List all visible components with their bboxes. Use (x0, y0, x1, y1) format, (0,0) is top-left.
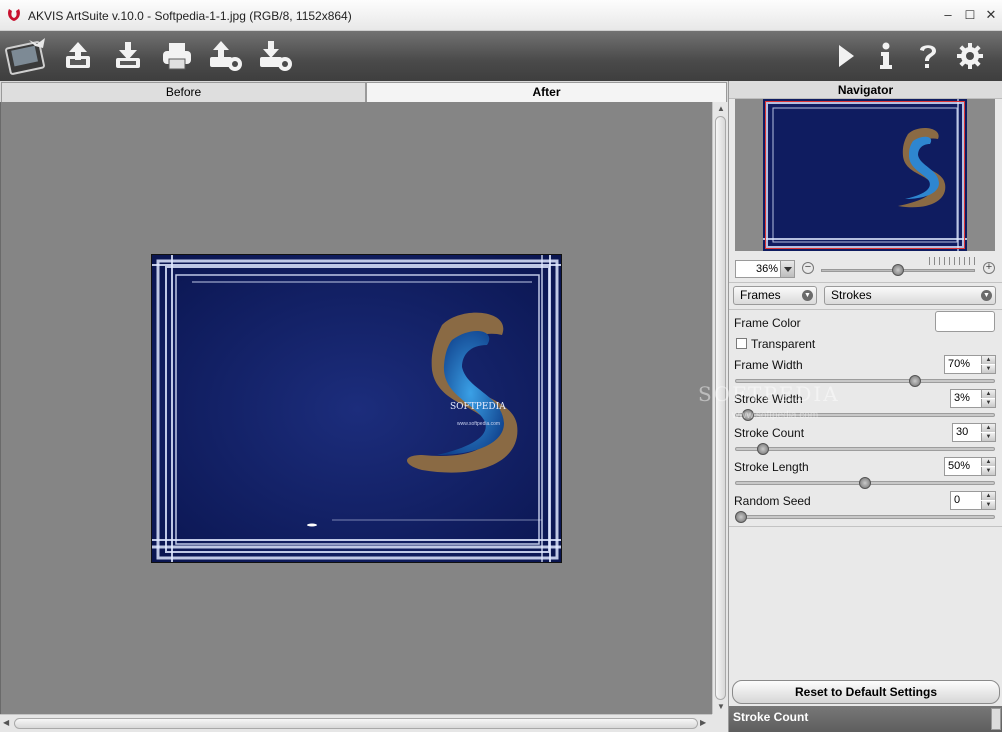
scroll-down-icon[interactable]: ▼ (717, 702, 725, 711)
hint-scrollbar[interactable] (991, 708, 1001, 730)
image-canvas[interactable]: SOFTPEDIA www.softpedia.com (0, 102, 712, 714)
zoom-in-icon[interactable]: + (983, 262, 995, 274)
tab-after[interactable]: After (366, 82, 727, 102)
settings-gear-icon[interactable] (950, 36, 990, 76)
softpedia-watermark: SOFTPEDIA (698, 382, 840, 406)
stroke-count-slider-knob[interactable] (757, 443, 770, 455)
spin-down-icon[interactable]: ▼ (981, 433, 995, 441)
stroke-width-value: 3% (954, 392, 970, 404)
zoom-out-icon[interactable]: − (802, 262, 814, 274)
stroke-count-input[interactable]: 30 ▲ ▼ (952, 423, 996, 442)
navigator-viewport-frame[interactable] (765, 101, 965, 249)
random-seed-label: Random Seed (734, 494, 811, 508)
stroke-length-slider-knob[interactable] (859, 477, 871, 489)
scroll-corner (712, 714, 728, 732)
print-icon[interactable] (157, 36, 197, 76)
spin-down-icon[interactable]: ▼ (981, 467, 995, 475)
spin-up-icon[interactable]: ▲ (981, 356, 995, 364)
effect-category-value: Frames (740, 288, 781, 302)
softpedia-watermark-url: www.softpedia.com (732, 410, 819, 421)
artwork-brand: SOFTPEDIA (450, 402, 506, 412)
stroke-count-value: 30 (956, 426, 969, 438)
info-icon[interactable] (866, 36, 906, 76)
spin-down-icon[interactable]: ▼ (981, 365, 995, 373)
stroke-count-label: Stroke Count (734, 426, 805, 440)
settings-panel: Navigator 36% − + Frames ▼ Strokes ▼ Fra… (728, 81, 1002, 732)
transparent-checkbox[interactable] (736, 338, 747, 349)
divider (729, 282, 1002, 283)
zoom-value: 36% (755, 263, 778, 275)
zoom-ticks (929, 257, 975, 265)
save-image-icon[interactable] (108, 36, 148, 76)
frame-color-swatch[interactable] (935, 311, 995, 332)
zoom-combobox[interactable]: 36% (735, 260, 795, 278)
spin-up-icon[interactable]: ▲ (981, 390, 995, 398)
share-settings-icon[interactable] (206, 36, 246, 76)
divider (729, 309, 1002, 310)
random-seed-slider[interactable] (735, 515, 995, 519)
frame-width-label: Frame Width (734, 358, 803, 372)
hint-bar: Stroke Count (729, 706, 1002, 732)
stroke-length-value: 50% (948, 460, 971, 472)
scroll-left-icon[interactable]: ◀ (3, 718, 9, 727)
akvis-logo-icon (8, 9, 20, 21)
zoom-slider-knob[interactable] (892, 264, 904, 276)
random-seed-input[interactable]: 0 ▲ ▼ (950, 491, 996, 510)
vertical-scroll-thumb[interactable] (715, 116, 726, 700)
batch-settings-icon[interactable] (256, 36, 296, 76)
effect-type-select[interactable]: Strokes ▼ (824, 286, 996, 305)
frame-width-input[interactable]: 70% ▲ ▼ (944, 355, 996, 374)
frame-color-label: Frame Color (734, 316, 801, 330)
view-tabs: Before After (0, 81, 728, 102)
horizontal-scroll-thumb[interactable] (14, 718, 698, 729)
spin-up-icon[interactable]: ▲ (981, 424, 995, 432)
help-icon[interactable] (908, 36, 948, 76)
spin-up-icon[interactable]: ▲ (981, 492, 995, 500)
transparent-label: Transparent (751, 337, 816, 351)
random-seed-slider-knob[interactable] (735, 511, 747, 523)
maximize-button[interactable]: ☐ (960, 6, 980, 24)
app-window: AKVIS ArtSuite v.10.0 - Softpedia-1-1.jp… (0, 0, 1002, 732)
spin-down-icon[interactable]: ▼ (981, 399, 995, 407)
artwork-preview: SOFTPEDIA www.softpedia.com (151, 254, 562, 563)
frame-width-value: 70% (948, 358, 971, 370)
chevron-down-icon: ▼ (981, 290, 992, 301)
effect-type-value: Strokes (831, 288, 872, 302)
title-bar: AKVIS ArtSuite v.10.0 - Softpedia-1-1.jp… (0, 0, 1002, 31)
canvas-vertical-scrollbar[interactable]: ▲ ▼ (712, 102, 728, 714)
canvas-horizontal-scrollbar[interactable]: ◀ ▶ (0, 714, 712, 732)
stroke-length-label: Stroke Length (734, 460, 809, 474)
spin-up-icon[interactable]: ▲ (981, 458, 995, 466)
artsuite-logo-icon[interactable] (4, 36, 50, 76)
effect-category-select[interactable]: Frames ▼ (733, 286, 817, 305)
open-image-icon[interactable] (58, 36, 98, 76)
artwork-url: www.softpedia.com (457, 421, 500, 427)
scroll-up-icon[interactable]: ▲ (717, 104, 725, 113)
main-toolbar (0, 31, 1002, 81)
stroke-count-slider[interactable] (735, 447, 995, 451)
tab-before[interactable]: Before (1, 82, 366, 102)
frame-width-slider-knob[interactable] (908, 375, 921, 387)
hint-text: Stroke Count (733, 710, 809, 724)
navigator-preview[interactable] (735, 99, 995, 251)
stroke-width-input[interactable]: 3% ▲ ▼ (950, 389, 996, 408)
run-icon[interactable] (826, 36, 866, 76)
stroke-length-input[interactable]: 50% ▲ ▼ (944, 457, 996, 476)
close-button[interactable]: ✕ (981, 6, 1001, 24)
zoom-dropdown-icon[interactable] (780, 261, 794, 277)
reset-defaults-button[interactable]: Reset to Default Settings (732, 680, 1000, 704)
random-seed-value: 0 (954, 494, 961, 506)
spin-down-icon[interactable]: ▼ (981, 501, 995, 509)
scroll-right-icon[interactable]: ▶ (700, 718, 706, 727)
divider (729, 526, 1002, 527)
minimize-button[interactable]: – (938, 6, 958, 24)
window-title: AKVIS ArtSuite v.10.0 - Softpedia-1-1.jp… (28, 9, 352, 23)
chevron-down-icon: ▼ (802, 290, 813, 301)
navigator-title: Navigator (729, 81, 1002, 99)
